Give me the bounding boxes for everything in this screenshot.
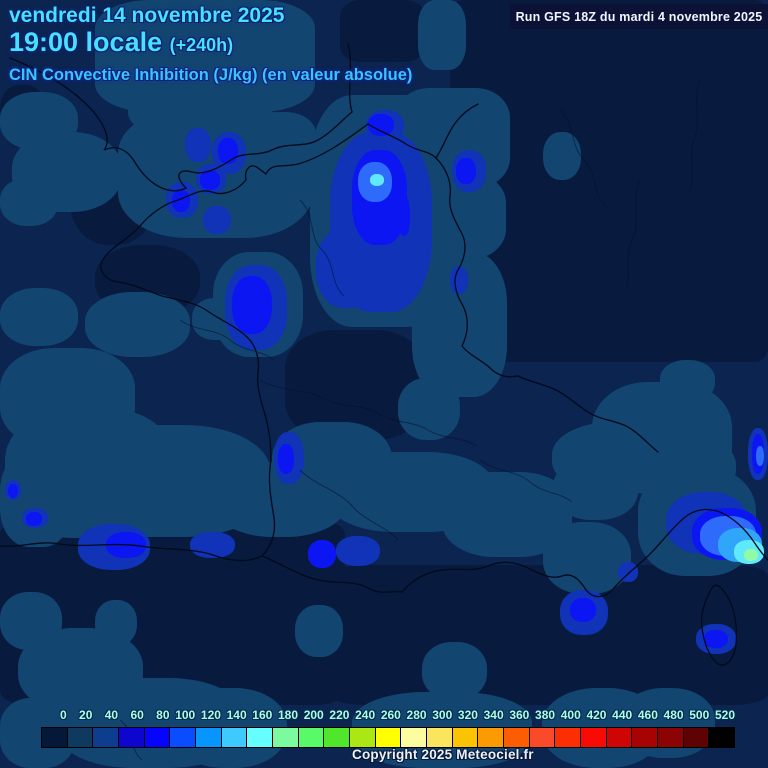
- valid-time: 19:00 locale (+240h): [9, 28, 412, 56]
- copyright-text: Copyright 2025 Meteociel.fr: [352, 747, 534, 762]
- run-info-text: Run GFS 18Z du mardi 4 novembre 2025: [515, 9, 763, 24]
- weather-map-page: vendredi 14 novembre 2025 19:00 locale (…: [0, 0, 768, 768]
- run-info-box: Run GFS 18Z du mardi 4 novembre 2025: [510, 4, 768, 29]
- valid-date: vendredi 14 novembre 2025: [9, 4, 285, 27]
- coastline-borders: [0, 43, 768, 761]
- valid-time-text: 19:00 locale: [9, 27, 163, 57]
- forecast-offset: (+240h): [169, 35, 234, 55]
- header-block: vendredi 14 novembre 2025 19:00 locale (…: [9, 4, 412, 85]
- parameter-title: CIN Convective Inhibition (J/kg) (en val…: [9, 66, 413, 85]
